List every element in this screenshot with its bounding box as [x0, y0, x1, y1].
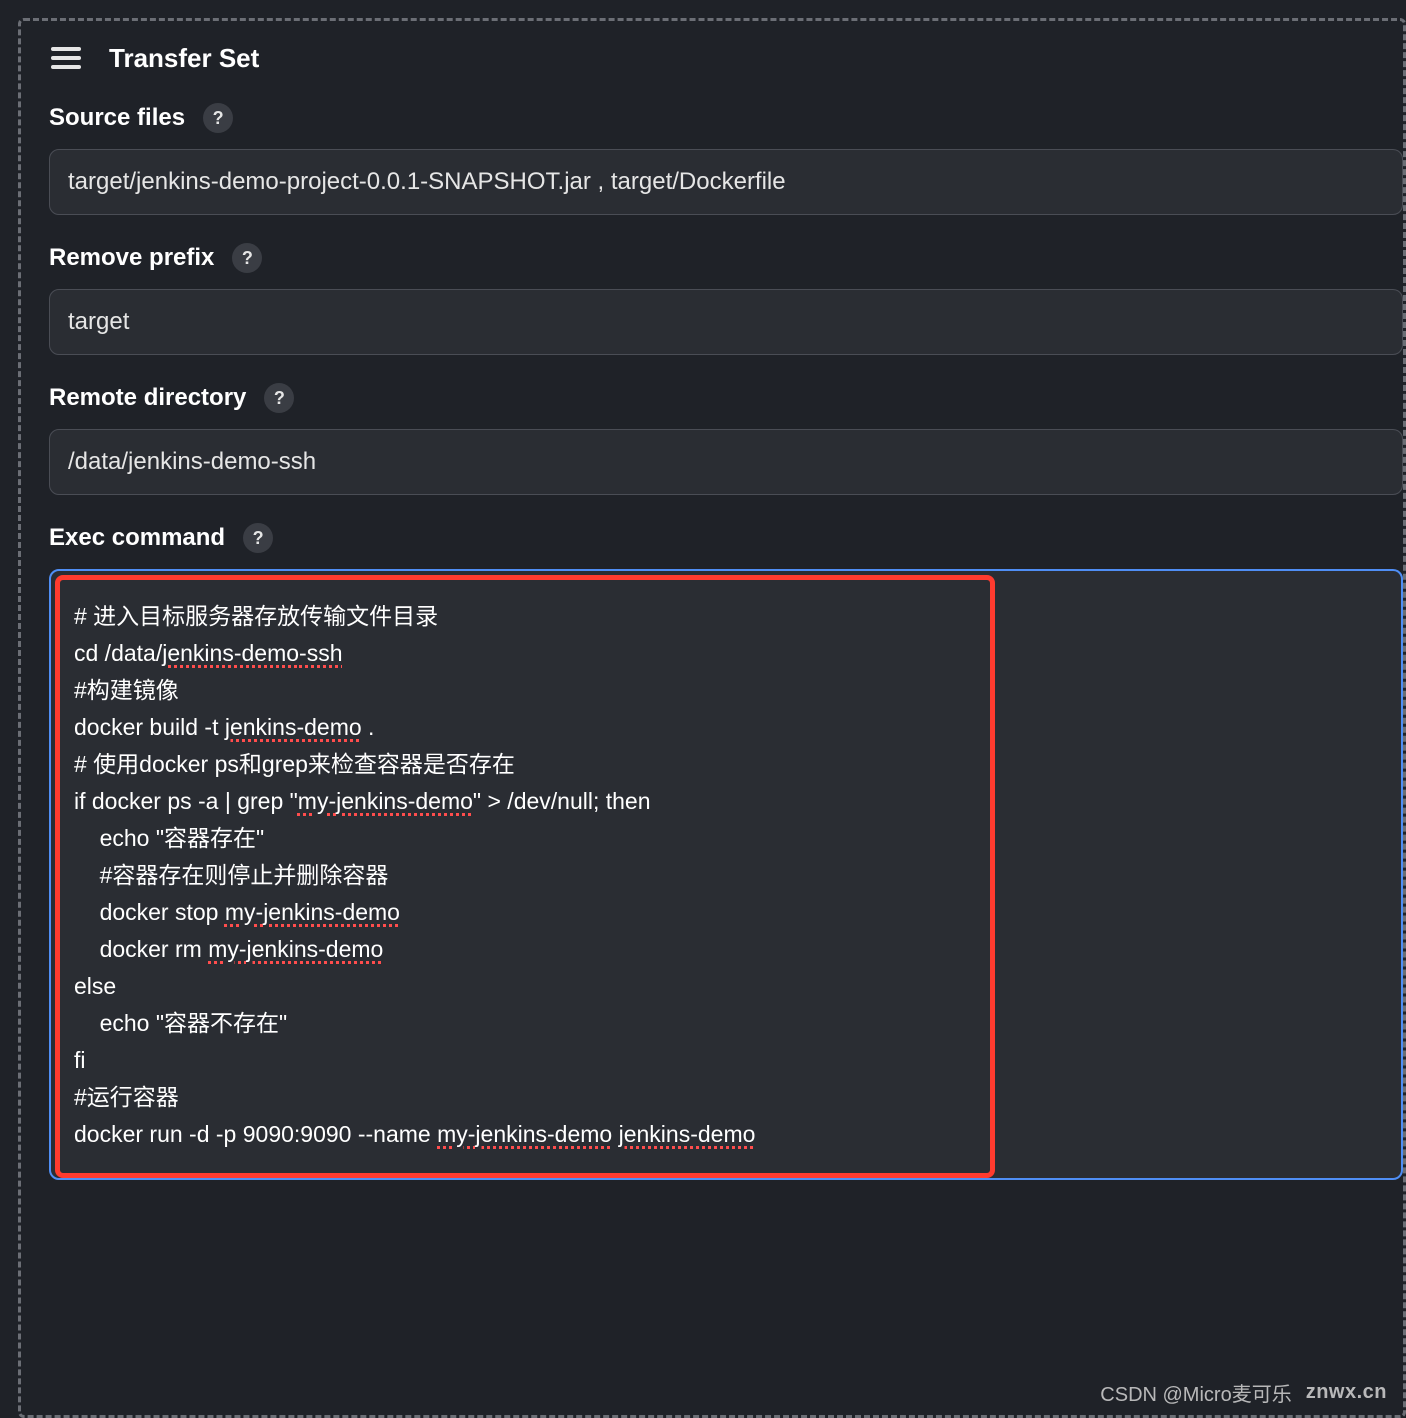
remote-directory-input[interactable]	[49, 429, 1403, 495]
watermark: CSDN @Micro麦可乐 znwx.cn	[1100, 1378, 1387, 1407]
watermark-left: CSDN @Micro麦可乐	[1100, 1378, 1291, 1407]
exec-command-textarea[interactable]: # 进入目标服务器存放传输文件目录 cd /data/jenkins-demo-…	[49, 569, 1403, 1180]
source-files-input[interactable]	[49, 149, 1403, 215]
field-remote-directory: Remote directory ?	[49, 383, 1403, 495]
watermark-right: znwx.cn	[1306, 1381, 1387, 1404]
remote-directory-label: Remote directory	[49, 384, 246, 412]
field-source-files: Source files ?	[49, 103, 1403, 215]
exec-command-content[interactable]: # 进入目标服务器存放传输文件目录 cd /data/jenkins-demo-…	[55, 575, 995, 1178]
help-icon[interactable]: ?	[264, 383, 294, 413]
field-remove-prefix: Remove prefix ?	[49, 243, 1403, 355]
drag-handle-icon[interactable]	[49, 41, 83, 75]
exec-command-wrapper: # 进入目标服务器存放传输文件目录 cd /data/jenkins-demo-…	[49, 569, 1403, 1180]
label-row: Remote directory ?	[49, 383, 1403, 413]
label-row: Source files ?	[49, 103, 1403, 133]
panel-header: Transfer Set	[49, 35, 1403, 75]
remove-prefix-label: Remove prefix	[49, 244, 214, 272]
remove-prefix-input[interactable]	[49, 289, 1403, 355]
help-icon[interactable]: ?	[203, 103, 233, 133]
field-exec-command: Exec command ? # 进入目标服务器存放传输文件目录 cd /dat…	[49, 523, 1403, 1180]
transfer-set-panel: Transfer Set Source files ? Remove prefi…	[18, 18, 1406, 1418]
label-row: Remove prefix ?	[49, 243, 1403, 273]
panel-title: Transfer Set	[109, 43, 259, 74]
help-icon[interactable]: ?	[243, 523, 273, 553]
source-files-label: Source files	[49, 104, 185, 132]
label-row: Exec command ?	[49, 523, 1403, 553]
help-icon[interactable]: ?	[232, 243, 262, 273]
exec-command-label: Exec command	[49, 524, 225, 552]
